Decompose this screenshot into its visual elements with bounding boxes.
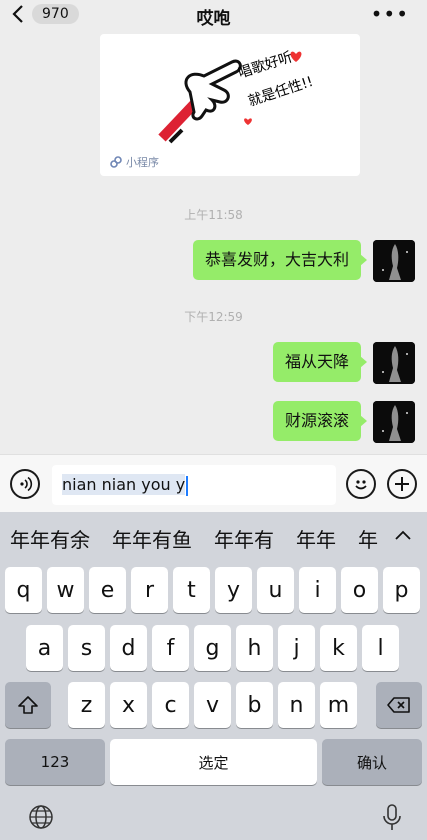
shift-icon: [18, 696, 38, 714]
more-options-button[interactable]: •••: [371, 2, 409, 26]
voice-icon: [20, 476, 33, 492]
key-t[interactable]: t: [173, 567, 210, 613]
confirm-key[interactable]: 确认: [322, 739, 422, 785]
timestamp: 上午11:58: [184, 208, 243, 222]
message-bubble[interactable]: 恭喜发财，大吉大利: [192, 240, 368, 280]
mini-program-card[interactable]: 唱歌好听， 就是任性!! 小程序: [100, 34, 360, 176]
svg-text:唱歌好听，: 唱歌好听，: [236, 45, 308, 82]
key-s[interactable]: s: [68, 625, 105, 671]
avatar[interactable]: [373, 240, 415, 282]
key-o[interactable]: o: [341, 567, 378, 613]
backspace-icon: [387, 697, 410, 713]
pinyin-keyboard: 年年有余 年年有鱼 年年有 年年 年 q w e r t y u i o p a…: [0, 512, 427, 840]
hand-sticker-image: 唱歌好听， 就是任性!!: [158, 45, 315, 144]
emoji-button[interactable]: [346, 469, 376, 499]
shift-key[interactable]: [5, 682, 51, 728]
space-key[interactable]: 选定: [110, 739, 317, 785]
key-z[interactable]: z: [68, 682, 105, 728]
key-v[interactable]: v: [194, 682, 231, 728]
key-w[interactable]: w: [47, 567, 84, 613]
key-c[interactable]: c: [152, 682, 189, 728]
key-b[interactable]: b: [236, 682, 273, 728]
chat-header: 970 哎咆 •••: [0, 0, 427, 34]
plus-icon: [395, 477, 409, 491]
numbers-key[interactable]: 123: [5, 739, 105, 785]
key-n[interactable]: n: [278, 682, 315, 728]
key-k[interactable]: k: [320, 625, 357, 671]
chat-area[interactable]: 唱歌好听， 就是任性!! 小程序 上午11:58 恭喜发财，大吉大利 下午12:…: [0, 34, 427, 454]
candidate-item[interactable]: 年: [358, 524, 378, 553]
text-caret: [186, 475, 189, 496]
avatar[interactable]: [373, 401, 415, 443]
input-bar: nian nian you y: [0, 454, 427, 512]
avatar[interactable]: [373, 342, 415, 384]
chevron-up-icon: [395, 530, 411, 540]
key-e[interactable]: e: [89, 567, 126, 613]
svg-text:就是任性!!: 就是任性!!: [246, 74, 315, 110]
key-p[interactable]: p: [383, 567, 420, 613]
candidate-item[interactable]: 年年有: [214, 524, 274, 553]
key-j[interactable]: j: [278, 625, 315, 671]
candidate-item[interactable]: 年年: [296, 524, 336, 553]
key-r[interactable]: r: [131, 567, 168, 613]
key-a[interactable]: a: [26, 625, 63, 671]
more-functions-button[interactable]: [387, 469, 417, 499]
timestamp: 下午12:59: [184, 310, 243, 324]
key-g[interactable]: g: [194, 625, 231, 671]
key-l[interactable]: l: [362, 625, 399, 671]
composing-text: nian nian you y: [62, 474, 186, 495]
mini-program-label: 小程序: [126, 156, 159, 169]
key-d[interactable]: d: [110, 625, 147, 671]
message-input[interactable]: nian nian you y: [52, 465, 336, 505]
key-q[interactable]: q: [5, 567, 42, 613]
key-h[interactable]: h: [236, 625, 273, 671]
emoji-icon: [355, 480, 367, 490]
key-x[interactable]: x: [110, 682, 147, 728]
mini-program-footer: 小程序: [110, 154, 159, 170]
delete-key[interactable]: [376, 682, 422, 728]
globe-icon[interactable]: [28, 804, 54, 830]
microphone-icon[interactable]: [382, 804, 402, 832]
key-i[interactable]: i: [299, 567, 336, 613]
key-u[interactable]: u: [257, 567, 294, 613]
candidate-item[interactable]: 年年有余: [10, 524, 90, 553]
keyboard-bottom-bar: [0, 802, 427, 840]
candidate-bar: 年年有余 年年有鱼 年年有 年年 年: [0, 512, 427, 564]
mini-program-icon: [110, 156, 122, 168]
message-bubble[interactable]: 福从天降: [272, 342, 368, 382]
expand-candidates-button[interactable]: [393, 526, 413, 546]
chat-title: 哎咆: [196, 9, 231, 29]
key-m[interactable]: m: [320, 682, 357, 728]
message-bubble[interactable]: 财源滚滚: [272, 401, 368, 441]
candidate-item[interactable]: 年年有鱼: [112, 524, 192, 553]
key-y[interactable]: y: [215, 567, 252, 613]
voice-button[interactable]: [10, 469, 40, 499]
key-f[interactable]: f: [152, 625, 189, 671]
